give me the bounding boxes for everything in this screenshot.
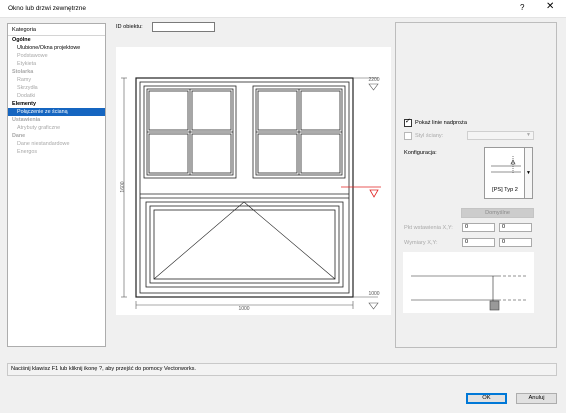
close-icon[interactable]: ✕ bbox=[546, 2, 554, 12]
object-id-input[interactable] bbox=[152, 22, 215, 32]
size-y-input[interactable]: 0 bbox=[499, 238, 532, 247]
cancel-button[interactable]: Anuluj bbox=[516, 393, 557, 404]
sidebar-item-podstawowe[interactable]: Podstawowe bbox=[8, 52, 105, 60]
category-header: Kategoria bbox=[8, 24, 105, 36]
dim-bottom-label: 1000 bbox=[368, 291, 379, 297]
offset-x-input[interactable]: 0 bbox=[462, 223, 495, 232]
dim-top-label: 2200 bbox=[368, 77, 379, 83]
sidebar-item-energos[interactable]: Energos bbox=[8, 148, 105, 156]
object-id-label: ID obiektu: bbox=[116, 24, 143, 30]
checkmark-icon: ✓ bbox=[405, 118, 411, 125]
sidebar-item-dane-niestandardowe[interactable]: Dane niestandardowe bbox=[8, 140, 105, 148]
sidebar-item-ramy[interactable]: Ramy bbox=[8, 76, 105, 84]
connection-preview bbox=[403, 252, 534, 313]
config-picker[interactable]: [PS] Typ 2 ▼ bbox=[484, 147, 533, 199]
show-lintel-checkbox[interactable]: ✓ bbox=[404, 118, 412, 127]
sidebar-item-połączenie-ze-ścianą[interactable]: Połączenie ze ścianą bbox=[8, 108, 105, 116]
title-bar: Okno lub drzwi zewnętrzne ? ✕ bbox=[0, 0, 566, 18]
connection-drawing bbox=[411, 275, 527, 311]
sidebar-item-elementy[interactable]: Elementy bbox=[8, 100, 105, 108]
wall-style-checkbox[interactable] bbox=[404, 132, 412, 140]
sidebar-item-atrybuty-graficzne[interactable]: Atrybuty graficzne bbox=[8, 124, 105, 132]
window-preview: 1600 1000 2200 1000 bbox=[116, 47, 391, 315]
wall-style-dropdown[interactable]: ▼ bbox=[467, 131, 534, 140]
chevron-down-icon: ▼ bbox=[526, 170, 531, 176]
lintel-marker bbox=[341, 186, 381, 198]
sidebar-item-ulubione-okna-projektowe[interactable]: Ulubione/Okna projektowe bbox=[8, 44, 105, 52]
sidebar-item-ogólne[interactable]: Ogólne bbox=[8, 36, 105, 44]
sidebar-item-etykieta[interactable]: Etykieta bbox=[8, 60, 105, 68]
config-value: [PS] Typ 2 bbox=[492, 187, 518, 193]
config-label: Konfiguracja: bbox=[404, 150, 437, 156]
sidebar-item-stolarka[interactable]: Stolarka bbox=[8, 68, 105, 76]
offset-y-input[interactable]: 0 bbox=[499, 223, 532, 232]
sidebar-item-ustawienia[interactable]: Ustawienia bbox=[8, 116, 105, 124]
offset-label: Pkt wstawienia X,Y: bbox=[404, 225, 453, 231]
window-drawing: 1600 1000 2200 1000 bbox=[120, 77, 381, 312]
category-items: Ogólne Ulubione/Okna projektowe Podstawowe… bbox=[8, 36, 105, 156]
sidebar-item-dodatki[interactable]: Dodatki bbox=[8, 92, 105, 100]
wall-style-label: Styl ściany: bbox=[415, 133, 444, 139]
help-icon[interactable]: ? bbox=[520, 3, 524, 12]
chevron-down-icon: ▼ bbox=[526, 132, 531, 138]
dim-width-label: 1000 bbox=[238, 306, 249, 312]
window-title: Okno lub drzwi zewnętrzne bbox=[8, 5, 87, 12]
show-lintel-label: Pokaż linie nadproża bbox=[415, 120, 467, 126]
size-x-input[interactable]: 0 bbox=[462, 238, 495, 247]
config-thumbnail bbox=[491, 156, 521, 174]
sidebar-item-skrzydła[interactable]: Skrzydła bbox=[8, 84, 105, 92]
status-bar: Naciśnij klawisz F1 lub kliknij ikonę ?,… bbox=[7, 363, 557, 376]
ok-button[interactable]: OK bbox=[466, 393, 507, 404]
defaults-button[interactable]: Domyślne bbox=[461, 208, 534, 218]
dim-height-label: 1600 bbox=[120, 181, 126, 192]
category-list: Kategoria Ogólne Ulubione/Okna projektowe… bbox=[7, 23, 106, 347]
size-label: Wymiary X,Y: bbox=[404, 240, 438, 246]
config-dropdown-button[interactable]: ▼ bbox=[524, 148, 532, 198]
sidebar-item-dane[interactable]: Dane bbox=[8, 132, 105, 140]
